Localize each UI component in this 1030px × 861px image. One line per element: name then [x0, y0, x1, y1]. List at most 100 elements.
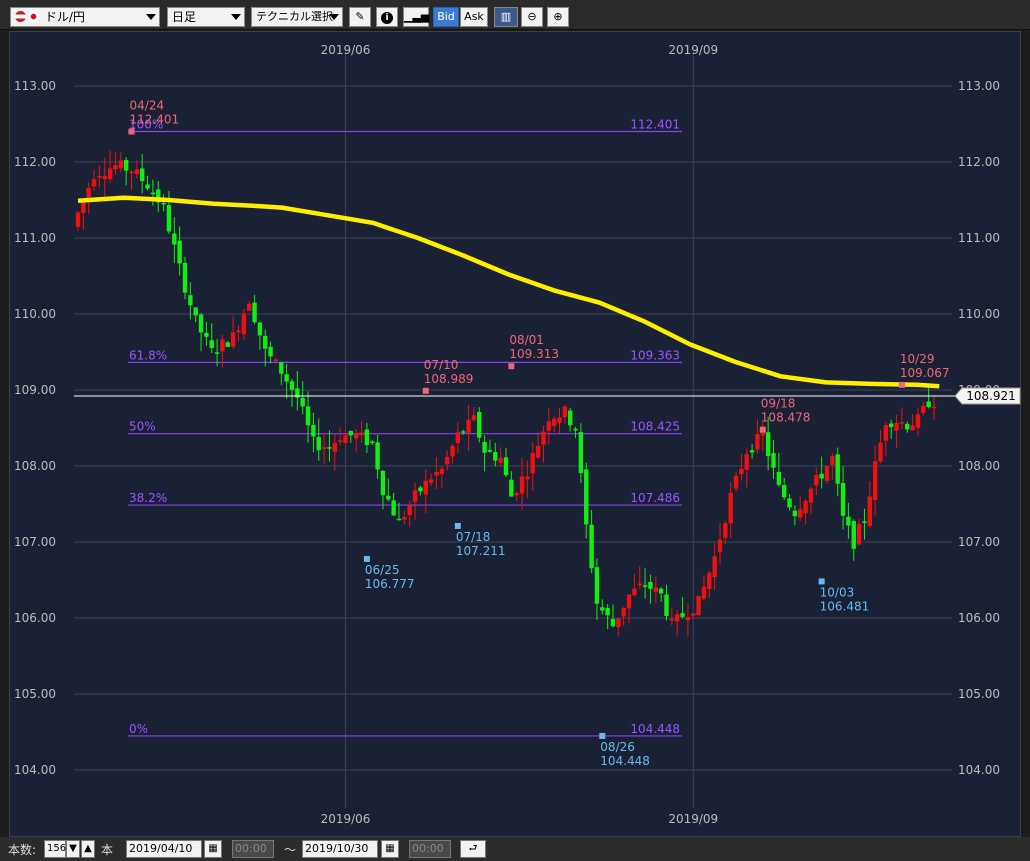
marker-price-label: 106.481 [820, 599, 870, 613]
candle-body [830, 456, 835, 465]
us-flag-icon [15, 11, 26, 22]
candle-body [872, 461, 878, 501]
marker-price-label: 108.478 [761, 411, 811, 425]
candle-body [685, 617, 691, 621]
candle-body [482, 441, 487, 453]
y-tick-label-left: 108.00 [14, 459, 56, 473]
from-calendar-button[interactable]: ▦ [204, 840, 222, 858]
marker-price-label: 112.401 [130, 113, 180, 127]
candle-body [680, 613, 685, 617]
candle-body [477, 411, 482, 438]
candle-body [551, 418, 557, 426]
bid-button[interactable]: Bid [433, 7, 459, 27]
candle-body [894, 422, 899, 431]
candle-body [610, 618, 616, 627]
candle-body [107, 168, 113, 180]
y-tick-label-right: 107.00 [958, 535, 1000, 549]
candle-body [835, 454, 840, 484]
candle-body [359, 432, 364, 436]
marker-price-label: 108.989 [424, 372, 474, 386]
period-select[interactable]: 日足 [167, 7, 245, 27]
technical-select[interactable]: テクニカル選択 [251, 7, 343, 27]
low-marker [363, 555, 370, 562]
info-button[interactable]: i [376, 7, 398, 27]
candle-body [803, 501, 808, 514]
candle-body [840, 483, 846, 516]
candle-body [589, 524, 594, 569]
candle-body [889, 423, 894, 428]
from-date-input[interactable]: 2019/04/10 [126, 840, 202, 858]
toolbar: ドル/円 日足 テクニカル選択 ✎ i ▁▃▅ Bid Ask ▥ ⊖ ⊕ [0, 0, 1030, 30]
y-tick-label-left: 105.00 [14, 687, 56, 701]
apply-button[interactable]: ⮐ [460, 840, 486, 858]
candle-body [166, 205, 172, 232]
candle-body [616, 618, 621, 628]
info-icon: i [381, 12, 393, 24]
candle-body [113, 165, 118, 170]
candle-body [161, 202, 166, 205]
candle-body [905, 423, 910, 430]
currency-pair-select[interactable]: ドル/円 [10, 7, 160, 27]
marker-price-label: 109.067 [900, 366, 950, 380]
marker-price-label: 104.448 [600, 754, 650, 768]
candle-body [204, 332, 209, 337]
fib-value-label: 107.486 [630, 491, 680, 505]
draw-pen-button[interactable]: ✎ [349, 7, 371, 27]
fib-value-label: 108.425 [630, 420, 680, 434]
bid-label: Bid [437, 10, 455, 23]
candle-body [493, 452, 498, 461]
ask-button[interactable]: Ask [460, 7, 488, 27]
candle-body [332, 443, 337, 452]
candle-body [755, 434, 760, 450]
to-time-input[interactable]: 00:00 [409, 840, 451, 858]
calendar-icon: ▦ [385, 843, 395, 854]
chart-area[interactable]: 100% 112.401 61.8% 109.363 50% 108.425 38.2% 10… [9, 31, 1021, 837]
candle-body [188, 295, 193, 306]
marker-date-label: 09/18 [761, 397, 796, 411]
fib-percent-label: 50% [129, 420, 156, 434]
candle-body [931, 406, 937, 409]
y-tick-label-right: 113.00 [958, 79, 1000, 93]
candle-body [878, 442, 883, 462]
return-arrow-icon: ⮐ [468, 843, 478, 854]
technical-label: テクニカル選択 [256, 10, 333, 23]
marker-date-label: 07/10 [424, 358, 459, 372]
chart-type-button[interactable]: ▥ [494, 7, 518, 27]
y-tick-label-right: 106.00 [958, 611, 1000, 625]
price-chart[interactable]: 100% 112.40161.8% 109.36350% 108.42538.2% 10… [10, 32, 1022, 838]
candle-body [637, 583, 642, 586]
candle-body [402, 517, 407, 520]
candle-body [428, 479, 434, 483]
to-date-input[interactable]: 2019/10/30 [302, 840, 378, 858]
count-up-button[interactable]: ▲ [81, 840, 95, 858]
candle-body [220, 339, 225, 352]
candle-body [648, 582, 653, 589]
candle-body [509, 479, 514, 497]
y-tick-label-left: 110.00 [14, 307, 56, 321]
candle-body [541, 431, 546, 445]
candle-body [600, 607, 605, 611]
fibonacci-levels: 100% 112.40161.8% 109.36350% 108.42538.2% 10… [128, 118, 682, 737]
triangle-down-icon: ▼ [69, 843, 77, 854]
area-chart-button[interactable]: ▁▃▅ [403, 7, 429, 27]
candle-body [129, 171, 134, 174]
candle-body [594, 567, 600, 604]
zoom-out-button[interactable]: ⊖ [521, 7, 543, 27]
candle-body [621, 607, 626, 617]
candle-body [316, 437, 321, 451]
to-calendar-button[interactable]: ▦ [381, 840, 399, 858]
count-down-button[interactable]: ▼ [66, 840, 80, 858]
candle-body [370, 441, 375, 443]
count-input[interactable]: 156 [44, 840, 66, 858]
candle-body [578, 432, 584, 474]
candle-body [305, 406, 311, 426]
currency-pair-label: ドル/円 [44, 10, 85, 24]
candle-body [787, 498, 792, 508]
axes: 113.00 113.00 112.00 112.00 111.00 111.00 110.… [14, 43, 1000, 826]
candle-body [289, 381, 295, 390]
from-time-input[interactable]: 00:00 [232, 840, 274, 858]
zoom-in-icon: ⊕ [553, 10, 563, 23]
candle-body [717, 539, 723, 553]
zoom-in-button[interactable]: ⊕ [547, 7, 569, 27]
fib-percent-label: 38.2% [129, 491, 167, 505]
